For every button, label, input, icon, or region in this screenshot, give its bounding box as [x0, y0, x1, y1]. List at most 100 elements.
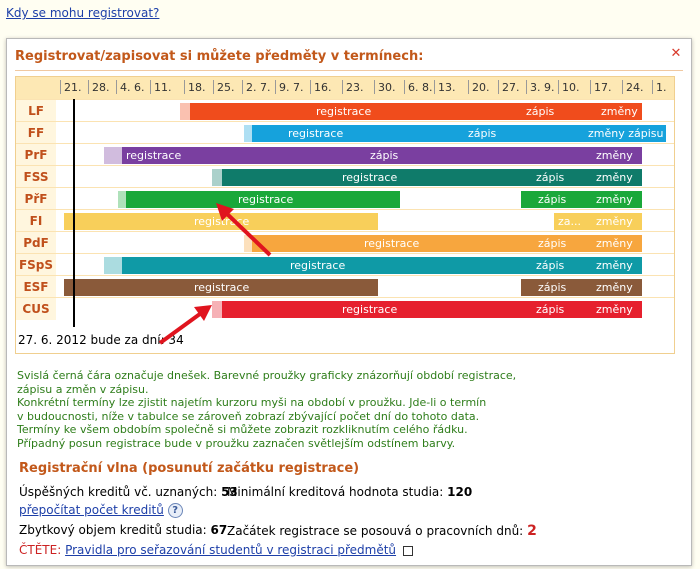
help-line: v budoucnosti, níže v tabulce se zároveň… — [17, 409, 480, 423]
axis-tick: 3. 9. — [530, 81, 555, 94]
axis-tick: 11. — [154, 81, 172, 94]
bar-label: zápis — [538, 237, 567, 250]
help-line: Termíny ke všem obdobím společně si může… — [17, 423, 468, 436]
axis-tick-line — [184, 80, 185, 94]
faculty-row-lf[interactable]: LF registrace zápis změny — [16, 99, 674, 122]
registration-shift-info: Začátek registrace se posouvá o pracovní… — [227, 523, 537, 539]
faculty-row-fsps[interactable]: FSpS registrace zápis změny — [16, 253, 674, 276]
bar-label: změny — [596, 171, 633, 184]
axis-tick: 20. — [472, 81, 490, 94]
faculty-row-prirf[interactable]: PřF registrace zápis změny — [16, 187, 674, 210]
help-icon[interactable]: ? — [167, 503, 183, 518]
registration-bar[interactable] — [190, 103, 642, 120]
min-credits-info: Minimální kreditová hodnota studia: 120 — [227, 485, 472, 499]
axis-tick-line — [374, 80, 375, 94]
remaining-credits-label: Zbytkový objem kreditů studia: — [19, 523, 207, 537]
axis-tick-line — [434, 80, 435, 94]
axis-tick-line — [60, 80, 61, 94]
axis-tick: 21. — [64, 81, 82, 94]
read-rules-row: ČTĚTE: Pravidla pro seřazování studentů … — [19, 543, 413, 557]
help-line: Konkrétní termíny lze zjistit najetím ku… — [17, 396, 487, 409]
faculty-row-cus[interactable]: CUS registrace zápis změny — [16, 297, 674, 320]
registration-timeline: 21. 28. 4. 6. 11. 18. 25. 2. 7. 9. 7. 16… — [15, 76, 675, 354]
row-label: FSpS — [16, 254, 56, 276]
axis-tick: 17. — [594, 81, 612, 94]
axis-tick: 1. — [656, 81, 667, 94]
faculty-row-prf[interactable]: PrF registrace zápis změny — [16, 143, 674, 166]
bar-label: změny — [596, 281, 633, 294]
registration-bar[interactable] — [222, 301, 642, 318]
bar-label: registrace — [194, 281, 250, 294]
axis-tick-line — [526, 80, 527, 94]
close-icon[interactable]: ✕ — [669, 47, 683, 61]
bar-label: změny — [596, 237, 633, 250]
axis-tick: 13. — [438, 81, 456, 94]
axis-tick-line — [404, 80, 405, 94]
faculty-row-fss[interactable]: FSS registrace zápis změny — [16, 165, 674, 188]
registration-shift-bar[interactable] — [104, 257, 122, 274]
axis-tick: 23. — [346, 81, 364, 94]
faculty-row-pdf[interactable]: PdF registrace zápis změny — [16, 231, 674, 254]
bar-label: za... — [558, 215, 582, 228]
row-label: PřF — [16, 188, 56, 210]
axis-tick: 24. — [626, 81, 644, 94]
axis-tick: 4. 6. — [120, 81, 145, 94]
bar-label: změny — [596, 193, 633, 206]
axis-tick: 25. — [217, 81, 235, 94]
bar-label: změny zápisu — [588, 127, 664, 140]
axis-tick-line — [342, 80, 343, 94]
registration-wave-title: Registrační vlna (posunutí začátku regis… — [19, 461, 360, 476]
row-label: CUS — [16, 298, 56, 320]
registration-shift-bar[interactable] — [212, 169, 222, 186]
bar-label: registrace — [342, 303, 398, 316]
recalculate-credits-link[interactable]: přepočítat počet kreditů — [19, 503, 164, 517]
registration-shift-bar[interactable] — [104, 147, 122, 164]
registration-shift-bar[interactable] — [244, 125, 252, 142]
student-ordering-rules-link[interactable]: Pravidla pro seřazování studentů v regis… — [65, 543, 396, 557]
bar-label: změny — [601, 105, 638, 118]
axis-tick-line — [468, 80, 469, 94]
registration-shift-bar[interactable] — [180, 103, 190, 120]
registration-shift-bar[interactable] — [118, 191, 126, 208]
bar-label: registrace — [316, 105, 372, 118]
help-text: Svislá černá čára označuje dnešek. Barev… — [17, 369, 677, 450]
faculty-row-fi[interactable]: FI registrace za... změny — [16, 209, 674, 232]
min-credits-label: Minimální kreditová hodnota studia: — [227, 485, 444, 499]
bar-label: zápis — [536, 171, 565, 184]
today-marker-line — [73, 99, 75, 327]
bar-label: zápis — [538, 193, 567, 206]
row-label: FF — [16, 122, 56, 144]
axis-tick-line — [622, 80, 623, 94]
faculty-row-ff[interactable]: FF registrace zápis změny zápisu — [16, 121, 674, 144]
timeline-axis: 21. 28. 4. 6. 11. 18. 25. 2. 7. 9. 7. 16… — [16, 77, 674, 100]
axis-tick: 10. — [562, 81, 580, 94]
registration-bar[interactable] — [222, 169, 642, 186]
read-label: ČTĚTE: — [19, 543, 62, 557]
bar-label: registrace — [342, 171, 398, 184]
axis-tick-line — [498, 80, 499, 94]
axis-tick-line — [116, 80, 117, 94]
bar-label: zápis — [526, 105, 555, 118]
when-can-i-register-link[interactable]: Kdy se mohu registrovat? — [6, 6, 159, 20]
axis-tick: 9. 7. — [279, 81, 304, 94]
red-arrow-icon — [216, 203, 272, 257]
axis-tick-line — [590, 80, 591, 94]
axis-tick: 16. — [314, 81, 332, 94]
faculty-row-esf[interactable]: ESF registrace zápis změny — [16, 275, 674, 298]
bar-label: zápis — [370, 149, 399, 162]
row-label: PdF — [16, 232, 56, 254]
remaining-credits-value: 67 — [210, 523, 228, 537]
bar-label: registrace — [126, 149, 182, 162]
bar-label: registrace — [288, 127, 344, 140]
axis-tick-line — [150, 80, 151, 94]
axis-tick-line — [275, 80, 276, 94]
bar-label: změny — [596, 303, 633, 316]
bar-label: změny — [596, 149, 633, 162]
axis-tick-line — [310, 80, 311, 94]
axis-tick-line — [242, 80, 243, 94]
row-label: FI — [16, 210, 56, 232]
popup-title: Registrovat/zapisovat si můžete předměty… — [15, 49, 424, 64]
registration-bar[interactable] — [252, 235, 642, 252]
axis-tick: 27. — [502, 81, 520, 94]
axis-tick: 6. 8. — [408, 81, 433, 94]
